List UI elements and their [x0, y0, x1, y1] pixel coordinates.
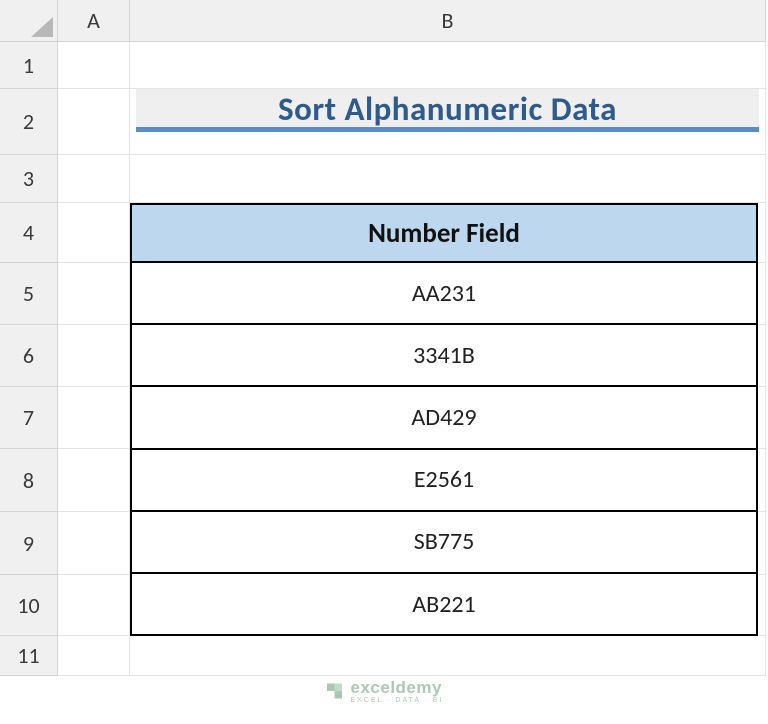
cell-b2[interactable]: Sort Alphanumeric Data	[130, 89, 766, 155]
cell-a7[interactable]	[58, 387, 130, 449]
brand-logo-icon	[325, 681, 345, 701]
watermark-brand: exceldemy	[351, 678, 444, 698]
cell-a9[interactable]	[58, 512, 130, 575]
watermark: exceldemy EXCEL · DATA · BI	[325, 678, 444, 704]
row-header-3[interactable]: 3	[0, 155, 58, 203]
cell-a5[interactable]	[58, 263, 130, 325]
cell-b1[interactable]	[130, 42, 766, 89]
row-header-1[interactable]: 1	[0, 42, 58, 89]
cell-b9[interactable]	[130, 512, 766, 575]
cell-a8[interactable]	[58, 449, 130, 512]
cell-b6[interactable]	[130, 325, 766, 387]
watermark-tagline: EXCEL · DATA · BI	[351, 697, 444, 704]
row-header-8[interactable]: 8	[0, 449, 58, 512]
cell-a2[interactable]	[58, 89, 130, 155]
row-header-11[interactable]: 11	[0, 636, 58, 676]
cell-a10[interactable]	[58, 575, 130, 636]
cell-a11[interactable]	[58, 636, 130, 676]
row-header-5[interactable]: 5	[0, 263, 58, 325]
column-header-a[interactable]: A	[58, 0, 130, 42]
cell-b5[interactable]	[130, 263, 766, 325]
cell-b7[interactable]	[130, 387, 766, 449]
cell-b10[interactable]	[130, 575, 766, 636]
page-title: Sort Alphanumeric Data	[136, 89, 759, 129]
select-all-corner[interactable]	[0, 0, 58, 42]
cell-b11[interactable]	[130, 636, 766, 676]
row-header-10[interactable]: 10	[0, 575, 58, 636]
cell-a1[interactable]	[58, 42, 130, 89]
spreadsheet-grid: A B 1 2 3 4 5 6 7 8 9 10 11 Sort Alphanu…	[0, 0, 768, 676]
column-header-b[interactable]: B	[130, 0, 766, 42]
cell-b8[interactable]	[130, 449, 766, 512]
row-header-6[interactable]: 6	[0, 325, 58, 387]
cell-b3[interactable]	[130, 155, 766, 203]
cell-a3[interactable]	[58, 155, 130, 203]
cell-b4[interactable]	[130, 203, 766, 263]
row-header-4[interactable]: 4	[0, 203, 58, 263]
row-header-9[interactable]: 9	[0, 512, 58, 575]
cell-a6[interactable]	[58, 325, 130, 387]
cell-a4[interactable]	[58, 203, 130, 263]
row-header-7[interactable]: 7	[0, 387, 58, 449]
row-header-2[interactable]: 2	[0, 89, 58, 155]
